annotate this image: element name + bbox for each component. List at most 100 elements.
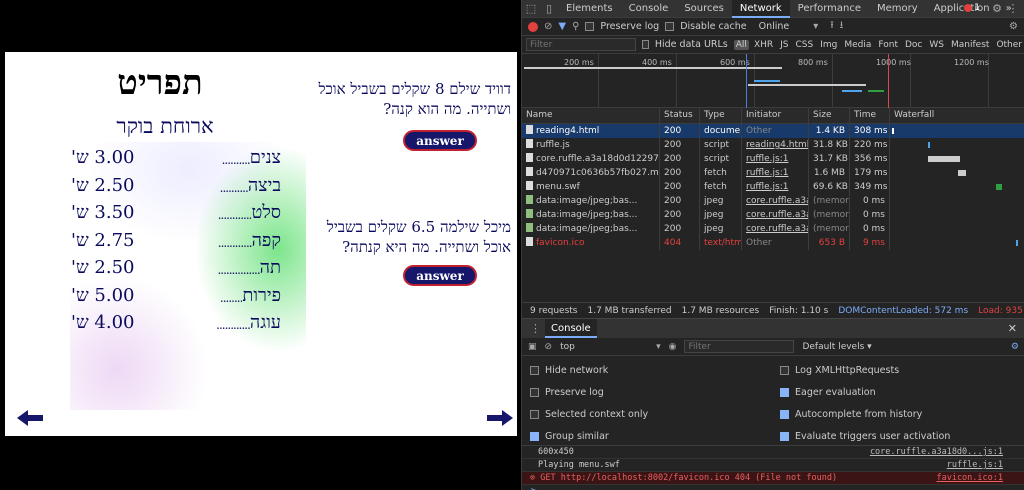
setting-checkbox[interactable] bbox=[530, 432, 539, 442]
error-count-badge[interactable]: 1 bbox=[964, 3, 980, 13]
tab-console[interactable]: Console bbox=[621, 0, 677, 18]
console-setting[interactable]: Selected context only bbox=[530, 407, 780, 423]
setting-checkbox[interactable] bbox=[780, 410, 789, 420]
network-settings-icon[interactable]: ⚙ bbox=[1009, 21, 1018, 32]
log-levels-select[interactable]: Default levels ▾ bbox=[802, 342, 871, 352]
console-setting[interactable]: Hide network bbox=[530, 362, 780, 378]
request-name[interactable]: data:image/jpeg;bas... bbox=[522, 222, 660, 236]
setting-checkbox[interactable] bbox=[780, 365, 789, 375]
tab-console[interactable]: Console bbox=[545, 319, 597, 338]
table-row[interactable]: data:image/jpeg;bas... 200 jpeg core.ruffle… bbox=[522, 222, 1024, 236]
filter-type-xhr[interactable]: XHR bbox=[752, 40, 775, 50]
table-row[interactable]: menu.swf 200 fetch ruffle.js:1 69.6 KB 349 ms bbox=[522, 180, 1024, 194]
console-setting[interactable]: Evaluate triggers user activation bbox=[780, 429, 1010, 445]
filter-type-media[interactable]: Media bbox=[842, 40, 873, 50]
column-status[interactable]: Status bbox=[660, 108, 700, 123]
console-prompt[interactable]: > bbox=[522, 485, 1024, 490]
tab-performance[interactable]: Performance bbox=[790, 0, 869, 18]
console-setting[interactable]: Log XMLHttpRequests bbox=[780, 362, 1010, 378]
clear-console-icon[interactable]: ⊘ bbox=[545, 342, 553, 352]
flash-stage[interactable]: תפריט ארוחת בוקר צנים.......... 3.00 ש' בי… bbox=[5, 52, 517, 436]
tab-application[interactable]: Application bbox=[926, 0, 998, 18]
console-message-source[interactable]: core.ruffle.a3a18d0...js:1 bbox=[870, 446, 1003, 458]
tab-network[interactable]: Network bbox=[731, 0, 790, 18]
back-arrow-icon[interactable] bbox=[17, 410, 43, 426]
column-waterfall[interactable]: Waterfall bbox=[890, 108, 1024, 123]
record-icon[interactable] bbox=[528, 21, 538, 32]
request-name[interactable]: data:image/jpeg;bas... bbox=[522, 194, 660, 208]
disable-cache-checkbox[interactable] bbox=[665, 22, 675, 31]
filter-type-all[interactable]: All bbox=[733, 39, 749, 50]
request-name[interactable]: ruffle.js bbox=[522, 138, 660, 152]
filter-type-js[interactable]: JS bbox=[778, 40, 790, 50]
throttling-select[interactable]: Online bbox=[759, 21, 790, 32]
filter-type-ws[interactable]: WS bbox=[927, 40, 946, 50]
console-message-source[interactable]: ruffle.js:1 bbox=[947, 459, 1003, 471]
preserve-log-checkbox[interactable] bbox=[585, 22, 595, 31]
tab-sources[interactable]: Sources bbox=[676, 0, 732, 18]
request-initiator[interactable]: ruffle.js:1 bbox=[742, 152, 809, 166]
filter-type-doc[interactable]: Doc bbox=[903, 40, 924, 50]
filter-funnel-icon[interactable]: ▼ bbox=[558, 21, 566, 32]
forward-arrow-icon[interactable] bbox=[487, 410, 513, 426]
console-settings-icon[interactable]: ⚙ bbox=[1011, 342, 1019, 352]
clear-icon[interactable]: ⊘ bbox=[544, 21, 552, 32]
request-name[interactable]: core.ruffle.a3a18d0d12297fa71... bbox=[522, 152, 660, 166]
drawer-menu-icon[interactable]: ⋮ bbox=[530, 322, 541, 335]
network-overview-timeline[interactable]: 200 ms 400 ms 600 ms 800 ms 1000 ms 1200 ms bbox=[522, 54, 1024, 108]
live-expression-eye-icon[interactable]: ◉ bbox=[669, 342, 677, 352]
context-dropdown-icon[interactable]: ▾ bbox=[656, 342, 661, 352]
setting-checkbox[interactable] bbox=[530, 387, 539, 397]
device-toolbar-icon[interactable]: ▯ bbox=[540, 0, 558, 18]
console-sidebar-icon[interactable]: ▣ bbox=[528, 342, 537, 352]
close-drawer-icon[interactable]: ✕ bbox=[1008, 322, 1017, 335]
table-row[interactable]: favicon.ico 404 text/html Other 653 B9 ms bbox=[522, 236, 1024, 250]
filter-type-img[interactable]: Img bbox=[818, 40, 839, 50]
filter-type-manifest[interactable]: Manifest bbox=[949, 40, 991, 50]
column-type[interactable]: Type bbox=[700, 108, 742, 123]
tab-memory[interactable]: Memory bbox=[869, 0, 926, 18]
setting-checkbox[interactable] bbox=[530, 365, 539, 375]
request-name[interactable]: menu.swf bbox=[522, 180, 660, 194]
column-initiator[interactable]: Initiator bbox=[742, 108, 809, 123]
setting-checkbox[interactable] bbox=[530, 410, 539, 420]
setting-checkbox[interactable] bbox=[780, 387, 789, 397]
table-row[interactable]: data:image/jpeg;bas... 200 jpeg core.ruffle… bbox=[522, 194, 1024, 208]
table-row[interactable]: core.ruffle.a3a18d0d12297fa71...200scrip… bbox=[522, 152, 1024, 166]
request-initiator[interactable]: reading4.html bbox=[742, 138, 809, 152]
console-setting[interactable]: Autocomplete from history bbox=[780, 407, 1010, 423]
filter-type-font[interactable]: Font bbox=[876, 40, 900, 50]
request-name[interactable]: favicon.ico bbox=[522, 236, 660, 250]
request-name[interactable]: data:image/jpeg;bas... bbox=[522, 208, 660, 222]
inspect-element-icon[interactable]: ⬚ bbox=[522, 0, 540, 18]
console-setting[interactable]: Eager evaluation bbox=[780, 384, 1010, 400]
answer-button-1[interactable]: answer bbox=[403, 130, 477, 151]
request-name[interactable]: reading4.html bbox=[522, 124, 660, 138]
table-row[interactable]: d470971c0636b57fb027.modul...200fetchruf… bbox=[522, 166, 1024, 180]
console-message-source[interactable]: favicon.ico:1 bbox=[936, 472, 1003, 484]
tab-elements[interactable]: Elements bbox=[558, 0, 621, 18]
console-setting[interactable]: Preserve log bbox=[530, 384, 780, 400]
console-filter-input[interactable] bbox=[684, 340, 795, 353]
hide-data-urls-checkbox[interactable] bbox=[642, 40, 649, 49]
table-row[interactable]: ruffle.js 200 script reading4.html 31.8 KB 22… bbox=[522, 138, 1024, 152]
table-row[interactable]: reading4.html 200docume...Other1.4 KB308 … bbox=[522, 124, 1024, 138]
request-initiator[interactable]: core.ruffle.a3a1... bbox=[742, 208, 809, 222]
filter-type-other[interactable]: Other bbox=[994, 40, 1024, 50]
column-time[interactable]: Time bbox=[850, 108, 890, 123]
more-options-icon[interactable]: ⋮ bbox=[1004, 0, 1022, 18]
throttling-dropdown-icon[interactable]: ▾ bbox=[813, 21, 818, 32]
column-size[interactable]: Size bbox=[809, 108, 850, 123]
context-selector[interactable]: top bbox=[560, 342, 648, 352]
request-name[interactable]: d470971c0636b57fb027.modul... bbox=[522, 166, 660, 180]
request-initiator[interactable]: core.ruffle.a3a1... bbox=[742, 194, 809, 208]
console-setting[interactable]: Group similar bbox=[530, 429, 780, 445]
answer-button-2[interactable]: answer bbox=[403, 265, 477, 286]
filter-type-css[interactable]: CSS bbox=[794, 40, 816, 50]
table-row[interactable]: data:image/jpeg;bas... 200 jpeg core.ruffle… bbox=[522, 208, 1024, 222]
search-icon[interactable]: ⚲ bbox=[572, 21, 579, 32]
network-filter-input[interactable] bbox=[526, 38, 636, 51]
column-name[interactable]: Name bbox=[522, 108, 660, 123]
request-initiator[interactable]: core.ruffle.a3a1... bbox=[742, 222, 809, 236]
request-initiator[interactable]: ruffle.js:1 bbox=[742, 180, 809, 194]
